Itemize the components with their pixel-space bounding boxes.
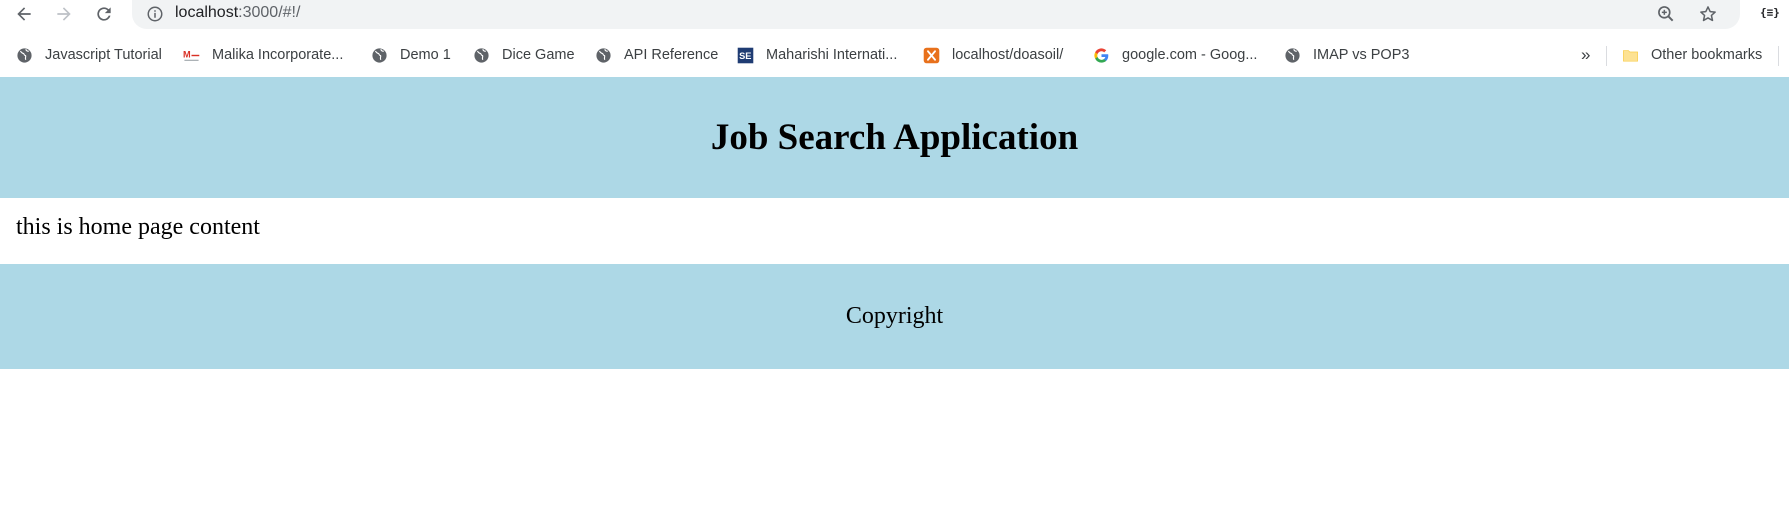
url-text[interactable]: localhost:3000/#!/: [175, 4, 300, 22]
bookmark-malika-incorporated[interactable]: M Malika Incorporate...: [183, 44, 343, 66]
globe-icon: [17, 47, 32, 63]
se-logo-icon: SE: [737, 47, 754, 63]
bookmark-api-reference[interactable]: API Reference: [595, 44, 718, 66]
bookmark-label: google.com - Goog...: [1122, 47, 1258, 63]
bookmark-label: API Reference: [624, 47, 719, 63]
bookmark-label: localhost/doasoil/: [952, 47, 1064, 63]
bookmark-other-bookmarks[interactable]: Other bookmarks: [1622, 44, 1762, 66]
bookmark-label: Other bookmarks: [1651, 47, 1763, 63]
bookmarks-divider: [1606, 46, 1607, 66]
reload-button[interactable]: [90, 0, 118, 28]
page-header: Job Search Application: [0, 77, 1789, 198]
bookmark-dice-game[interactable]: Dice Game: [473, 44, 575, 66]
arrow-left-icon: [17, 7, 31, 21]
bookmark-label: Javascript Tutorial: [45, 47, 162, 63]
bookmark-google[interactable]: google.com - Goog...: [1093, 44, 1257, 66]
star-icon[interactable]: [1698, 4, 1718, 24]
bookmark-label: Malika Incorporate...: [212, 47, 344, 63]
chevron-double-right-icon: »: [1581, 45, 1591, 64]
extension-icon[interactable]: {≡}: [1760, 6, 1780, 19]
bookmark-demo-1[interactable]: Demo 1: [371, 44, 451, 66]
home-page-content: this is home page content: [16, 214, 260, 240]
info-icon[interactable]: [146, 5, 164, 23]
bookmarks-bar: Javascript Tutorial M Malika Incorporate…: [0, 40, 1789, 70]
svg-text:SE: SE: [739, 51, 751, 61]
google-icon: [1094, 47, 1109, 63]
bookmark-javascript-tutorial[interactable]: Javascript Tutorial: [16, 44, 162, 66]
page-title: Job Search Application: [710, 117, 1079, 158]
zoom-icon[interactable]: [1656, 4, 1676, 24]
url-host: localhost: [175, 4, 239, 21]
back-button[interactable]: [10, 0, 38, 28]
bookmark-label: Dice Game: [502, 47, 575, 63]
svg-text:M: M: [183, 49, 191, 59]
bookmarks-divider-end: [1778, 46, 1779, 66]
malika-logo-icon: M: [183, 49, 200, 61]
bookmark-label: IMAP vs POP3: [1313, 47, 1410, 63]
browser-toolbar: localhost:3000/#!/ {≡}: [0, 0, 1789, 29]
reload-icon: [97, 7, 111, 21]
url-path: :3000/#!/: [238, 4, 301, 21]
globe-icon: [1285, 47, 1300, 63]
globe-icon: [474, 47, 489, 63]
folder-icon: [1623, 49, 1638, 62]
arrow-right-icon: [57, 7, 71, 21]
xampp-icon: [923, 47, 940, 63]
bookmark-label: Maharishi Internati...: [766, 47, 898, 63]
bookmark-label: Demo 1: [400, 47, 451, 63]
copyright-text: Copyright: [845, 303, 944, 329]
bookmark-imap-vs-pop3[interactable]: IMAP vs POP3: [1284, 44, 1409, 66]
globe-icon: [372, 47, 387, 63]
bookmarks-overflow-button[interactable]: »: [1581, 44, 1590, 66]
page-footer: Copyright: [0, 264, 1789, 369]
globe-icon: [596, 47, 611, 63]
bookmark-localhost-doasoil[interactable]: localhost/doasoil/: [923, 44, 1063, 66]
address-bar[interactable]: localhost:3000/#!/: [132, 0, 1740, 29]
forward-button[interactable]: [50, 0, 78, 28]
bookmark-maharishi-international[interactable]: SE Maharishi Internati...: [737, 44, 897, 66]
